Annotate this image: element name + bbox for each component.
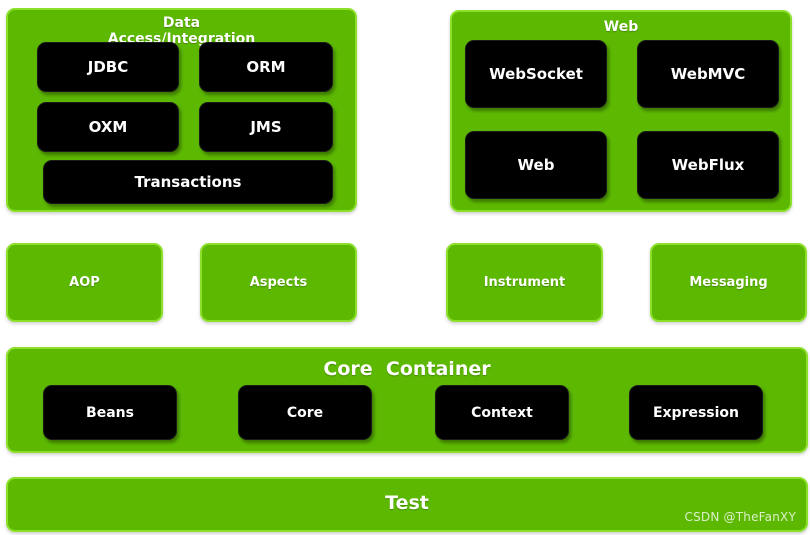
module-label-web: Web: [517, 156, 555, 174]
module-label-webmvc: WebMVC: [670, 65, 746, 83]
module-label-beans: Beans: [86, 404, 134, 421]
module-label-context: Context: [471, 404, 533, 421]
module-core[interactable]: Core: [238, 385, 372, 440]
module-jms[interactable]: JMS: [199, 102, 333, 152]
module-label-aspects: Aspects: [249, 275, 308, 290]
module-label-instrument: Instrument: [483, 275, 566, 290]
layer-title-web: Web: [603, 19, 639, 35]
layer-panel-test: Test CSDN @TheFanXY: [6, 477, 808, 532]
spring-architecture-diagram: Data Access/Integration JDBC ORM OXM JMS…: [0, 0, 810, 535]
module-label-oxm: OXM: [88, 118, 128, 136]
module-label-aop: AOP: [69, 275, 100, 290]
module-jdbc[interactable]: JDBC: [37, 42, 179, 92]
module-label-core: Core: [286, 404, 324, 421]
module-web[interactable]: Web: [465, 131, 607, 199]
module-label-jdbc: JDBC: [87, 58, 129, 76]
module-aop[interactable]: AOP: [6, 243, 163, 322]
module-label-messaging: Messaging: [689, 275, 768, 290]
module-webflux[interactable]: WebFlux: [637, 131, 779, 199]
module-label-webflux: WebFlux: [671, 156, 745, 174]
layer-title-test: Test: [385, 492, 429, 514]
module-transactions[interactable]: Transactions: [43, 160, 333, 204]
module-instrument[interactable]: Instrument: [446, 243, 603, 322]
module-label-orm: ORM: [246, 58, 286, 76]
layer-title-core-container: Core Container: [323, 358, 491, 380]
module-webmvc[interactable]: WebMVC: [637, 40, 779, 108]
module-websocket[interactable]: WebSocket: [465, 40, 607, 108]
module-aspects[interactable]: Aspects: [200, 243, 357, 322]
module-label-websocket: WebSocket: [489, 65, 583, 83]
module-context[interactable]: Context: [435, 385, 569, 440]
module-oxm[interactable]: OXM: [37, 102, 179, 152]
module-expression[interactable]: Expression: [629, 385, 763, 440]
module-messaging[interactable]: Messaging: [650, 243, 807, 322]
module-beans[interactable]: Beans: [43, 385, 177, 440]
module-label-transactions: Transactions: [134, 173, 242, 191]
module-label-expression: Expression: [652, 404, 740, 421]
module-orm[interactable]: ORM: [199, 42, 333, 92]
module-label-jms: JMS: [250, 118, 282, 136]
